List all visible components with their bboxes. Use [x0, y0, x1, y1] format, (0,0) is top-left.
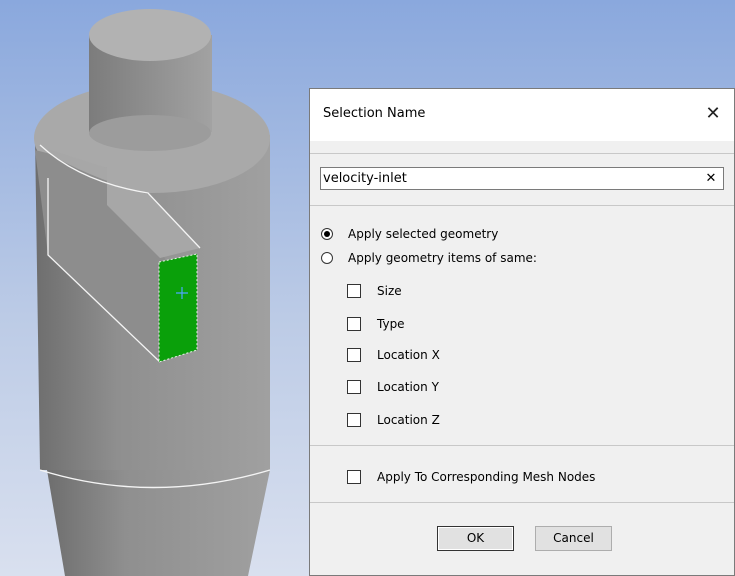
- checkbox[interactable]: [347, 284, 361, 298]
- dialog-titlebar: Selection Name ✕: [310, 89, 734, 141]
- outlet-top: [89, 9, 211, 61]
- checkbox-label: Location Y: [377, 380, 439, 394]
- divider: [310, 205, 734, 206]
- radio-button[interactable]: [321, 228, 333, 240]
- cancel-button[interactable]: Cancel: [535, 526, 612, 551]
- radio-label: Apply selected geometry: [348, 227, 499, 241]
- checkbox-mesh-nodes[interactable]: Apply To Corresponding Mesh Nodes: [347, 467, 595, 487]
- divider: [310, 502, 734, 503]
- selection-name-input[interactable]: [323, 169, 693, 188]
- checkbox-label: Type: [377, 317, 405, 331]
- checkbox[interactable]: [347, 470, 361, 484]
- dialog-title: Selection Name: [323, 106, 426, 121]
- checkbox-size[interactable]: Size: [347, 281, 402, 301]
- radio-label: Apply geometry items of same:: [348, 251, 537, 265]
- checkbox[interactable]: [347, 413, 361, 427]
- checkbox-label: Location Z: [377, 413, 440, 427]
- divider: [310, 445, 734, 446]
- checkbox-label: Apply To Corresponding Mesh Nodes: [377, 470, 596, 484]
- checkbox[interactable]: [347, 380, 361, 394]
- selection-name-dialog: Selection Name ✕ ✕ Apply selected geomet…: [309, 88, 735, 576]
- divider: [310, 153, 734, 154]
- close-icon[interactable]: ✕: [698, 99, 728, 129]
- checkbox-label: Location X: [377, 348, 440, 362]
- checkbox-location-y[interactable]: Location Y: [347, 377, 439, 397]
- selected-inlet-face: [158, 253, 198, 363]
- checkbox-type[interactable]: Type: [347, 314, 405, 334]
- ok-button[interactable]: OK: [437, 526, 514, 551]
- checkbox[interactable]: [347, 317, 361, 331]
- radio-apply-selected[interactable]: Apply selected geometry: [321, 224, 498, 244]
- radio-apply-same-items[interactable]: Apply geometry items of same:: [321, 248, 537, 268]
- checkbox-location-z[interactable]: Location Z: [347, 410, 440, 430]
- clear-input-icon[interactable]: ✕: [702, 169, 720, 188]
- checkbox-label: Size: [377, 284, 402, 298]
- checkbox[interactable]: [347, 348, 361, 362]
- radio-button[interactable]: [321, 252, 333, 264]
- cone-section: [47, 470, 270, 576]
- selection-name-field[interactable]: ✕: [320, 167, 724, 190]
- checkbox-location-x[interactable]: Location X: [347, 345, 440, 365]
